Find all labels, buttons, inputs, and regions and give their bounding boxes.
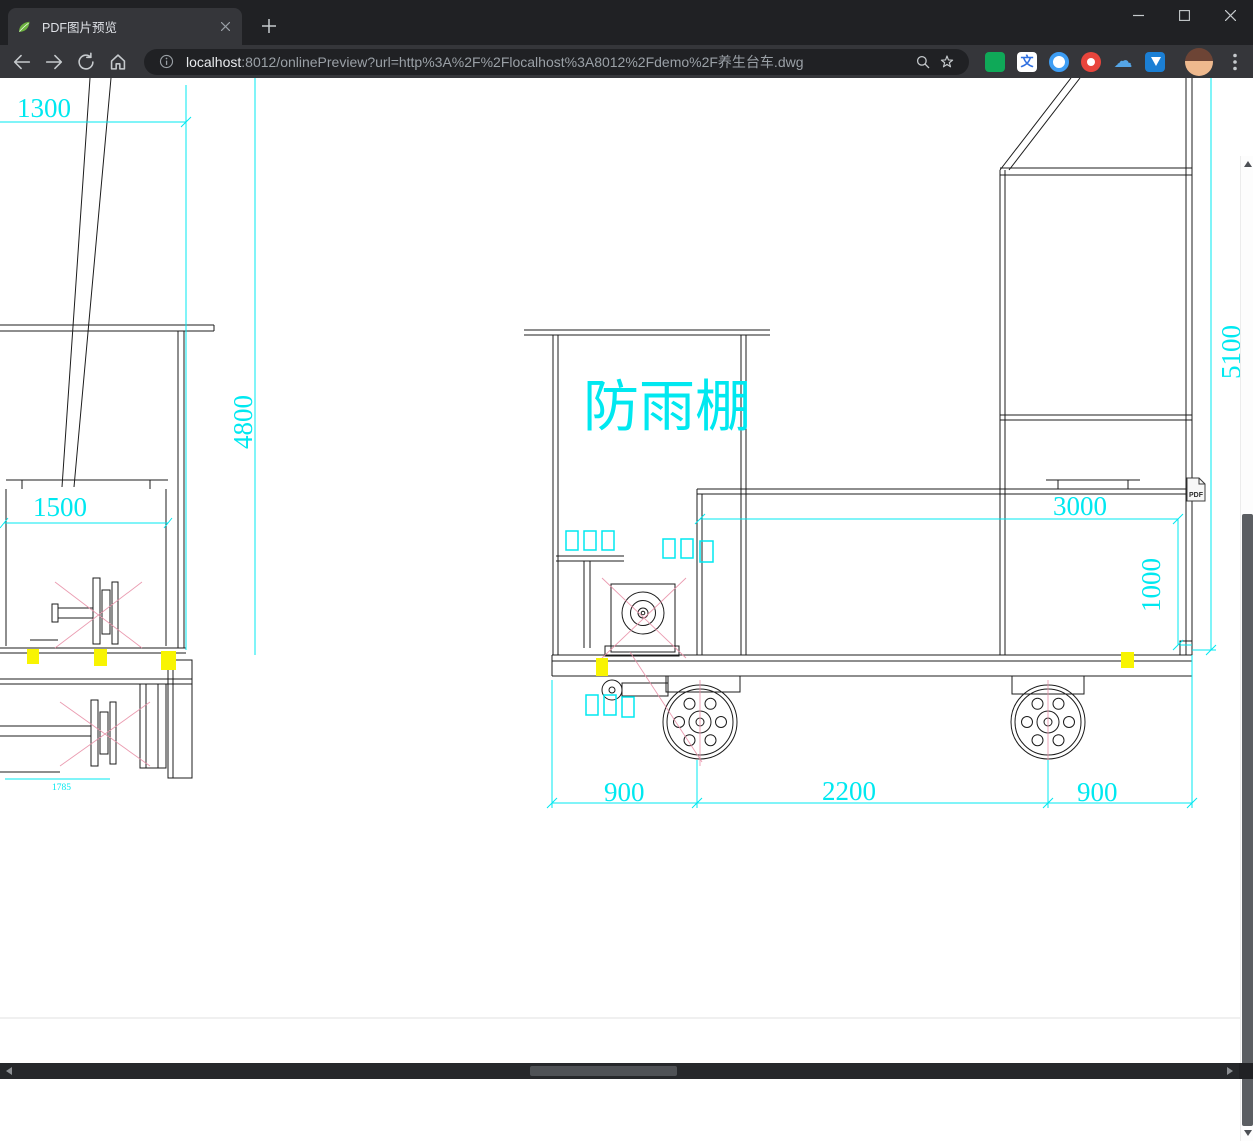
forward-button[interactable]: [40, 48, 68, 76]
home-button[interactable]: [104, 48, 132, 76]
address-bar[interactable]: localhost:8012/onlinePreview?url=http%3A…: [144, 48, 969, 75]
maximize-button[interactable]: [1161, 0, 1207, 31]
scroll-right-icon[interactable]: [1227, 1067, 1233, 1075]
dimension-label-900-right: 900: [1077, 777, 1118, 807]
dimension-lines: [0, 78, 1217, 809]
dimension-label-4800: 4800: [228, 395, 258, 449]
vertical-scrollbar[interactable]: [1240, 156, 1253, 1141]
pdf-file-icon[interactable]: PDF: [1186, 477, 1206, 502]
horizontal-scroll-thumb[interactable]: [530, 1066, 677, 1076]
back-button[interactable]: [8, 48, 36, 76]
page-content: 1300 4800 1500 1785 900 2200 900 3000 10…: [0, 78, 1253, 1141]
dimension-label-1500: 1500: [33, 492, 87, 522]
new-tab-button[interactable]: [256, 13, 282, 39]
left-view-geometry: [0, 78, 215, 779]
tab-close-icon[interactable]: [216, 18, 234, 36]
url-host: localhost: [186, 53, 242, 70]
dimension-label-1785: 1785: [52, 783, 71, 793]
horizontal-scrollbar[interactable]: [0, 1063, 1253, 1079]
tab-title: PDF图片预览: [42, 21, 118, 35]
navigation-toolbar: localhost:8012/onlinePreview?url=http%3A…: [0, 45, 1253, 78]
extension-icon-6[interactable]: [1145, 51, 1165, 72]
dimension-label-2200: 2200: [822, 776, 876, 806]
page-info-icon[interactable]: [154, 50, 178, 74]
cad-text-placeholder-boxes: [565, 530, 714, 718]
profile-avatar[interactable]: [1185, 47, 1213, 76]
extension-icon-3[interactable]: [1049, 51, 1069, 72]
minimize-button[interactable]: [1115, 0, 1161, 31]
pdf-icon-label: PDF: [1189, 492, 1204, 499]
window-controls: [1115, 0, 1253, 31]
title-bar: PDF图片预览: [0, 0, 1253, 45]
dimension-label-3000: 3000: [1053, 491, 1107, 521]
bookmark-star-icon[interactable]: [935, 50, 959, 74]
browser-tab[interactable]: PDF图片预览: [8, 8, 242, 45]
url-path: :8012/onlinePreview?url=http%3A%2F%2Floc…: [241, 53, 804, 70]
zoom-icon[interactable]: [911, 50, 935, 74]
vertical-scroll-thumb[interactable]: [1242, 514, 1253, 1126]
scroll-up-icon[interactable]: [1244, 161, 1252, 167]
browser-menu-icon[interactable]: [1223, 50, 1247, 74]
url-text[interactable]: localhost:8012/onlinePreview?url=http%3A…: [186, 52, 911, 72]
scroll-left-icon[interactable]: [6, 1067, 12, 1075]
scroll-down-icon[interactable]: [1244, 1130, 1252, 1136]
extension-icon-1[interactable]: [985, 51, 1005, 72]
cad-drawing: 1300 4800 1500 1785 900 2200 900 3000 10…: [0, 78, 1246, 1019]
reload-button[interactable]: [72, 48, 100, 76]
dimension-label-1300: 1300: [17, 93, 71, 123]
extension-icon-4[interactable]: [1081, 51, 1101, 72]
scrollbar-corner: [1239, 1063, 1253, 1079]
spring-leaf-icon: [16, 19, 32, 35]
translate-extension-icon[interactable]: 文: [1017, 51, 1037, 72]
cloud-extension-icon[interactable]: ☁: [1113, 51, 1133, 72]
dimension-label-900-left: 900: [604, 777, 645, 807]
close-button[interactable]: [1207, 0, 1253, 31]
highlight-marks: [27, 649, 1134, 676]
dimension-label-1000: 1000: [1136, 558, 1166, 612]
rain-shelter-label: 防雨棚: [583, 375, 751, 438]
